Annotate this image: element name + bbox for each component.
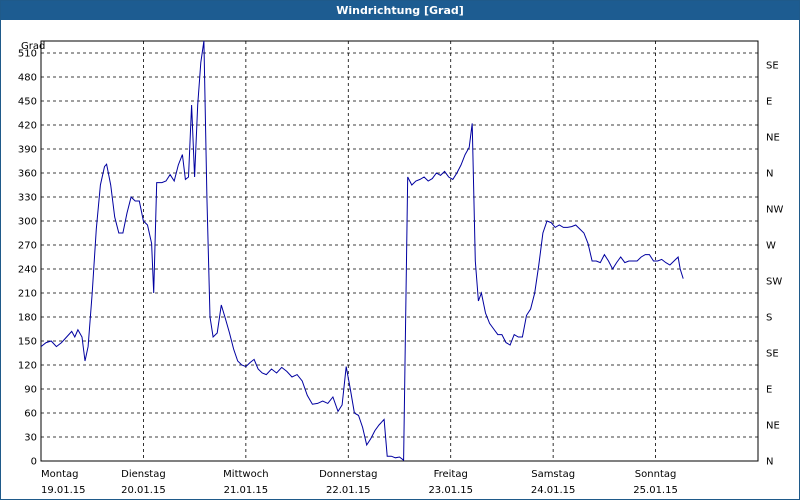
wind-direction-chart: Grad 03060901201501802102402703003303603… <box>18 40 783 496</box>
y-tick-label: 510 <box>18 49 37 60</box>
y-tick-label: 390 <box>18 145 37 156</box>
grid-lines <box>41 41 758 461</box>
y-tick-label: 30 <box>24 433 37 444</box>
day-date-label: 21.01.15 <box>224 485 269 496</box>
day-date-label: 23.01.15 <box>428 485 473 496</box>
y-tick-label: 210 <box>18 289 37 300</box>
day-weekday-label: Dienstag <box>121 469 166 480</box>
day-axis-ticks: Montag 19.01.15 Dienstag 20.01.15 Mittwoch 21… <box>41 469 678 496</box>
y-tick-label: 330 <box>18 193 37 204</box>
day-date-label: 25.01.15 <box>633 485 678 496</box>
compass-tick-label: E <box>766 97 772 108</box>
y-tick-label: 90 <box>24 385 37 396</box>
day-weekday-label: Mittwoch <box>223 469 268 480</box>
y-tick-label: 270 <box>18 241 37 252</box>
y-tick-label: 0 <box>31 457 37 468</box>
y-tick-label: 60 <box>24 409 37 420</box>
y-tick-label: 150 <box>18 337 37 348</box>
y-tick-label: 450 <box>18 97 37 108</box>
compass-tick-label: E <box>766 385 772 396</box>
compass-tick-label: S <box>766 313 772 324</box>
day-weekday-label: Sonntag <box>635 469 677 480</box>
y-axis-ticks: 0 30 60 90 120 150 180 210 240 270 300 330 360 390 420… <box>18 49 37 468</box>
day-weekday-label: Donnerstag <box>319 469 377 480</box>
day-date-label: 20.01.15 <box>121 485 166 496</box>
chart-window: Windrichtung [Grad] Grad 0 30 60 90 120 150 18… <box>0 0 800 500</box>
compass-tick-label: NE <box>766 133 780 144</box>
day-weekday-label: Samstag <box>531 469 575 480</box>
day-weekday-label: Montag <box>41 469 78 480</box>
y-tick-label: 180 <box>18 313 37 324</box>
compass-tick-label: N <box>766 169 773 180</box>
y-tick-label: 480 <box>18 73 37 84</box>
compass-axis-ticks: N NE E SE S SW W NW N NE E SE <box>766 61 783 468</box>
series-line <box>40 40 684 462</box>
compass-tick-label: SE <box>766 61 779 72</box>
y-tick-label: 420 <box>18 121 37 132</box>
compass-tick-label: W <box>766 241 776 252</box>
compass-tick-label: N <box>766 457 773 468</box>
y-tick-label: 360 <box>18 169 37 180</box>
compass-tick-label: NW <box>766 205 783 216</box>
day-weekday-label: Freitag <box>434 469 468 480</box>
day-date-label: 24.01.15 <box>531 485 576 496</box>
y-tick-label: 240 <box>18 265 37 276</box>
plot-area-border <box>40 40 759 462</box>
compass-tick-label: SE <box>766 349 779 360</box>
compass-tick-label: NE <box>766 421 780 432</box>
day-date-label: 19.01.15 <box>41 485 86 496</box>
y-tick-label: 300 <box>18 217 37 228</box>
day-date-label: 22.01.15 <box>326 485 371 496</box>
compass-tick-label: SW <box>766 277 782 288</box>
y-tick-label: 120 <box>18 361 37 372</box>
